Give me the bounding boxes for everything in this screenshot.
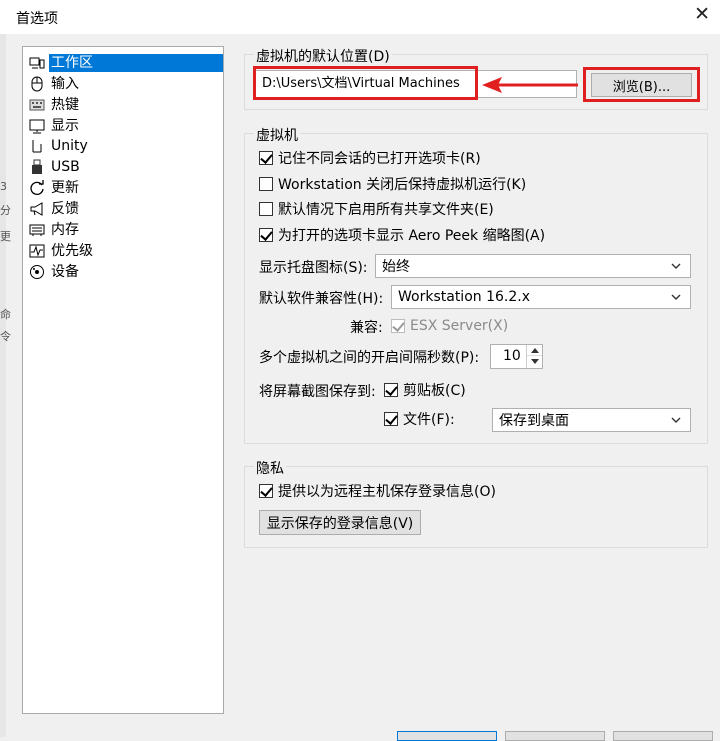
keyboard-icon — [28, 97, 46, 113]
mouse-icon — [28, 76, 46, 92]
refresh-icon — [28, 180, 46, 196]
spinner-up-icon[interactable] — [527, 345, 542, 356]
power-on-interval-spinner[interactable]: 10 — [490, 344, 543, 369]
nav-item-display[interactable]: 显示 — [28, 116, 223, 136]
file-destination-value: 保存到桌面 — [499, 413, 569, 429]
file-checkbox[interactable] — [384, 412, 398, 426]
background-text: 更 — [0, 230, 11, 243]
nav-item-workspace[interactable]: 工作区 — [28, 53, 223, 73]
keep-running-option[interactable]: Workstation 关闭后保持虚拟机运行(K) — [259, 174, 526, 194]
file-destination-select[interactable]: 保存到桌面 — [492, 408, 691, 432]
enable-shared-folders-label: 默认情况下启用所有共享文件夹(E) — [278, 202, 494, 218]
nav-item-label: 热键 — [51, 97, 79, 113]
background-window-strip — [0, 34, 6, 737]
aero-peek-label: 为打开的选项卡显示 Aero Peek 缩略图(A) — [278, 228, 546, 244]
compatible-label: 兼容: — [350, 320, 383, 336]
compatibility-value: Workstation 16.2.x — [398, 289, 530, 305]
nav-item-usb[interactable]: USB — [28, 157, 223, 177]
compatibility-label: 默认软件兼容性(H): — [259, 291, 384, 307]
privacy-group-title: 隐私 — [254, 458, 286, 478]
background-text: 命 — [0, 308, 11, 321]
clipboard-option[interactable]: 剪贴板(C) — [384, 380, 466, 400]
nav-item-label: 输入 — [51, 76, 79, 92]
file-option[interactable]: 文件(F): — [384, 409, 455, 429]
browse-button[interactable]: 浏览(B)... — [591, 73, 692, 97]
power-on-interval-value: 10 — [503, 348, 521, 364]
nav-item-label: 优先级 — [51, 243, 93, 259]
nav-item-label: Unity — [51, 138, 88, 154]
background-text: 3 — [0, 180, 7, 193]
tray-icon-label: 显示托盘图标(S): — [259, 260, 368, 276]
file-label: 文件(F): — [403, 412, 455, 428]
keep-running-label: Workstation 关闭后保持虚拟机运行(K) — [278, 177, 527, 193]
esx-server-option: ESX Server(X) — [391, 316, 508, 336]
megaphone-icon — [28, 201, 46, 217]
keep-running-checkbox[interactable] — [259, 177, 273, 191]
vm-group-title: 虚拟机 — [254, 125, 300, 145]
nav-item-unity[interactable]: Unity — [28, 136, 223, 156]
annotation-highlight-path — [253, 66, 478, 100]
memory-icon — [28, 222, 46, 238]
spinner-down-icon[interactable] — [527, 356, 542, 367]
privacy-group — [244, 466, 708, 548]
ok-button[interactable] — [397, 731, 497, 741]
enable-shared-folders-checkbox[interactable] — [259, 202, 273, 216]
monitor-icon — [28, 118, 46, 134]
remember-tabs-label: 记住不同会话的已打开选项卡(R) — [278, 151, 481, 167]
clipboard-checkbox[interactable] — [384, 383, 398, 397]
chevron-down-icon — [671, 417, 681, 423]
nav-item-label: 内存 — [51, 222, 79, 238]
clipboard-label: 剪贴板(C) — [403, 383, 466, 399]
usb-icon — [28, 159, 46, 175]
save-screenshot-label: 将屏幕截图保存到: — [259, 384, 376, 400]
background-text: 分 — [0, 204, 11, 217]
device-icon — [28, 264, 46, 280]
background-text: 令 — [0, 330, 11, 343]
esx-server-label: ESX Server(X) — [410, 318, 509, 334]
power-on-interval-label: 多个虚拟机之间的开启间隔秒数(P): — [259, 350, 480, 366]
tray-icon-value: 始终 — [382, 259, 410, 275]
workspace-icon — [28, 55, 46, 71]
show-saved-logins-button[interactable]: 显示保存的登录信息(V) — [259, 510, 421, 535]
remember-tabs-checkbox[interactable] — [259, 151, 273, 165]
nav-item-devices[interactable]: 设备 — [28, 262, 223, 282]
remember-tabs-option[interactable]: 记住不同会话的已打开选项卡(R) — [259, 148, 481, 168]
default-location-group-title: 虚拟机的默认位置(D) — [254, 46, 392, 66]
esx-server-checkbox — [391, 319, 405, 333]
nav-item-input[interactable]: 输入 — [28, 74, 223, 94]
close-icon[interactable]: ✕ — [694, 5, 710, 24]
nav-item-label: 反馈 — [51, 201, 79, 217]
nav-item-label: 更新 — [51, 180, 79, 196]
cancel-button[interactable] — [505, 731, 605, 741]
nav-item-label: 工作区 — [49, 54, 223, 72]
nav-item-feedback[interactable]: 反馈 — [28, 199, 223, 219]
nav-item-hotkeys[interactable]: 热键 — [28, 95, 223, 115]
help-button[interactable] — [613, 731, 713, 741]
tray-icon-select[interactable]: 始终 — [375, 254, 691, 278]
nav-item-label: 显示 — [51, 118, 79, 134]
nav-item-label: 设备 — [51, 264, 79, 280]
save-login-option[interactable]: 提供以为远程主机保存登录信息(O) — [259, 481, 496, 501]
nav-item-priority[interactable]: 优先级 — [28, 241, 223, 261]
title-bar: 首选项 ✕ — [0, 0, 720, 34]
enable-shared-folders-option[interactable]: 默认情况下启用所有共享文件夹(E) — [259, 199, 494, 219]
compatibility-select[interactable]: Workstation 16.2.x — [391, 285, 691, 309]
nav-item-label: USB — [51, 159, 80, 175]
aero-peek-checkbox[interactable] — [259, 228, 273, 242]
nav-item-memory[interactable]: 内存 — [28, 220, 223, 240]
priority-pulse-icon — [28, 243, 46, 259]
annotation-arrow-icon — [482, 77, 578, 93]
aero-peek-option[interactable]: 为打开的选项卡显示 Aero Peek 缩略图(A) — [259, 225, 545, 245]
chevron-down-icon — [671, 294, 681, 300]
nav-item-updates[interactable]: 更新 — [28, 178, 223, 198]
chevron-down-icon — [671, 263, 681, 269]
window-title: 首选项 — [16, 11, 58, 27]
unity-icon — [28, 138, 46, 154]
save-login-label: 提供以为远程主机保存登录信息(O) — [278, 484, 496, 500]
save-login-checkbox[interactable] — [259, 484, 273, 498]
preferences-nav-tree: 工作区 输入 热键 显示 Unity USB 更新 反馈 内存 优先级 设备 — [22, 46, 224, 714]
